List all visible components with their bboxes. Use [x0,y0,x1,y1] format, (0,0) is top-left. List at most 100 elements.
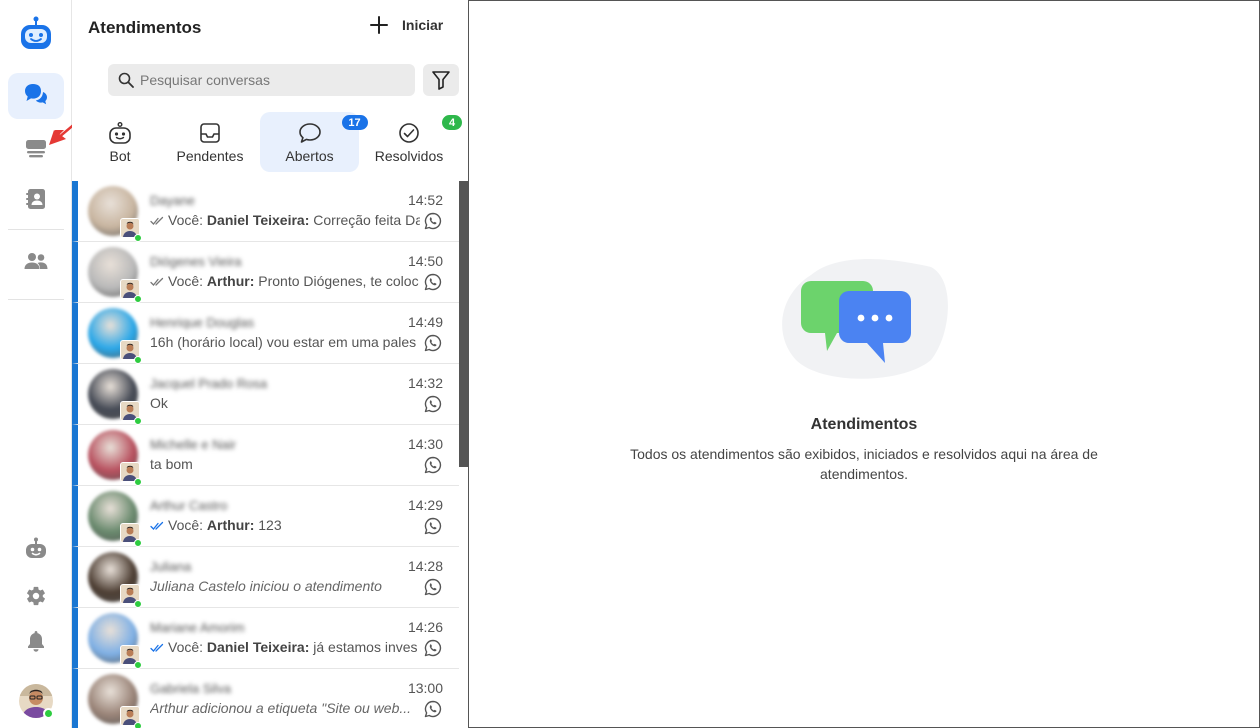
whatsapp-icon [424,700,442,718]
message-prefix: Você: [168,639,204,655]
contact-name: Mariane Amorim [150,620,245,635]
online-status-dot [134,417,142,425]
search-box[interactable] [108,64,415,96]
double-check-icon [150,217,164,226]
conversation-item[interactable]: Michelle e Nair 14:30 ta bom [72,425,459,486]
start-label: Iniciar [402,17,444,33]
conversations-panel: Atendimentos Iniciar Bot Pendentes [72,0,468,728]
message-preview: Juliana Castelo iniciou o atendimento [150,578,420,594]
online-status-dot [43,708,54,719]
tab-count-badge: 4 [442,115,462,130]
message-preview: Arthur adicionou a etiqueta "Site ou web… [150,700,420,716]
message-time: 13:00 [407,680,443,696]
filter-icon [432,71,450,90]
online-status-dot [134,478,142,486]
start-conversation-button[interactable]: Iniciar [370,16,443,34]
online-status-dot [134,722,142,728]
contact-name: Diógenes Vieira [150,254,242,269]
message-text: Juliana Castelo iniciou o atendimento [150,578,382,594]
message-time: 14:49 [407,314,443,330]
tab-abertos[interactable]: 17 Abertos [260,112,368,172]
channel-indicator [424,334,442,357]
channel-indicator [424,517,442,540]
contact-name: Michelle e Nair [150,437,236,452]
whatsapp-icon [424,334,442,352]
online-status-dot [134,600,142,608]
conversation-item[interactable]: Arthur Castro 14:29 Você: Arthur: 123 [72,486,459,547]
contact-name: Dayane [150,193,195,208]
conversation-item[interactable]: Mariane Amorim 14:26 Você: Daniel Teixeira… [72,608,459,669]
message-prefix: Você: [168,212,204,228]
bot-icon [24,537,48,564]
message-text: 123 [258,517,282,533]
whatsapp-icon [424,578,442,596]
page-title: Atendimentos [88,18,202,37]
nav-bot-button[interactable] [8,527,64,573]
message-time: 14:52 [407,192,443,208]
tab-label: Bot [109,148,131,164]
channel-indicator [424,639,442,662]
message-text: Pronto Diógenes, te coloc [258,273,419,289]
conversation-item[interactable]: Diógenes Vieira 14:50 Você: Arthur: Pronto… [72,242,459,303]
chat-icon [24,83,48,110]
channel-indicator [424,700,442,723]
conversation-item[interactable]: Juliana 14:28 Juliana Castelo iniciou o at… [72,547,459,608]
scrollbar-thumb[interactable] [459,181,468,467]
message-time: 14:30 [407,436,443,452]
message-text: Correção feita Da [313,212,420,228]
message-preview: Você: Daniel Teixeira: Correção feita Da [150,212,420,228]
nav-team-button[interactable] [8,240,64,286]
logo-bot-icon[interactable] [20,16,52,57]
nav-notifications-button[interactable] [8,620,64,666]
filter-button[interactable] [423,64,459,96]
message-preview: ta bom [150,456,420,472]
search-icon [118,72,134,88]
check-circle-icon [399,123,419,143]
conversation-item[interactable]: Dayane 14:52 Você: Daniel Teixeira: Correç… [72,181,459,242]
tab-pendentes[interactable]: Pendentes [168,112,252,172]
conversation-item[interactable]: Gabriela Silva 13:00 Arthur adicionou a et… [72,669,459,728]
contact-name: Henrique Douglas [150,315,255,330]
whatsapp-icon [424,517,442,535]
double-check-icon [150,644,164,653]
message-time: 14:32 [407,375,443,391]
double-check-icon [150,522,164,531]
message-text: 16h (horário local) vou estar em uma pal… [150,334,417,350]
search-input[interactable] [140,72,410,88]
channel-indicator [424,456,442,479]
tab-label: Abertos [285,148,334,164]
tab-resolvidos[interactable]: 4 Resolvidos [369,112,462,172]
message-prefix: Você: [168,273,204,289]
message-text: Arthur adicionou a etiqueta "Site ou web… [150,700,412,716]
inbox-icon [200,123,220,143]
message-time: 14:50 [407,253,443,269]
nav-settings-button[interactable] [8,575,64,621]
message-prefix: Você: [168,517,204,533]
user-avatar[interactable] [19,684,54,719]
sidebar-rail [0,0,97,728]
message-author: Daniel Teixeira: [206,639,310,655]
message-preview: Você: Arthur: Pronto Diógenes, te coloc [150,273,420,289]
contact-name: Gabriela Silva [150,681,231,696]
online-status-dot [134,295,142,303]
message-text: já estamos inves [313,639,418,655]
team-icon [24,252,48,275]
tab-count-badge: 17 [341,115,368,130]
conversation-item[interactable]: Jacquel Prado Rosa 14:32 Ok [72,364,459,425]
channel-indicator [424,395,442,418]
chat-bubbles-illustration [782,258,948,379]
whatsapp-icon [424,395,442,413]
conversation-item[interactable]: Henrique Douglas 14:49 16h (horário local)… [72,303,459,364]
channel-indicator [424,578,442,601]
message-preview: Ok [150,395,420,411]
rail-divider [8,229,64,230]
online-status-dot [134,234,142,242]
contact-name: Arthur Castro [150,498,228,513]
bell-icon [26,630,46,657]
channel-indicator [424,273,442,296]
online-status-dot [134,661,142,669]
double-check-icon [150,278,164,287]
message-author: Daniel Teixeira: [206,212,310,228]
tab-bot[interactable]: Bot [86,112,154,172]
nav-contacts-button[interactable] [8,178,64,224]
